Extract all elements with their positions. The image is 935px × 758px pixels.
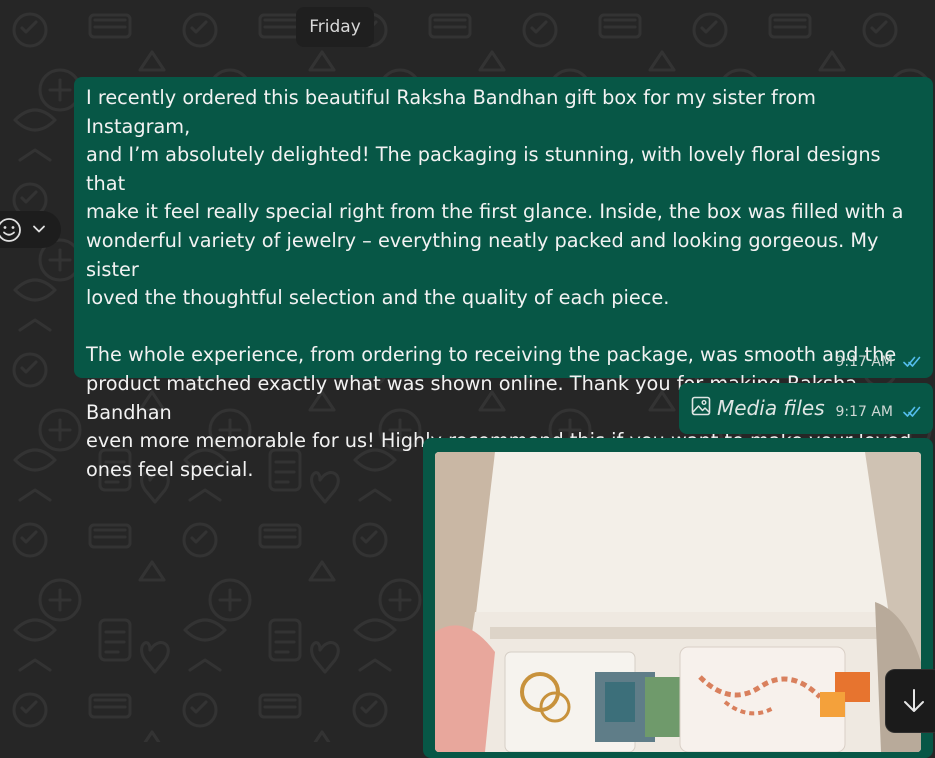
arrow-down-icon — [904, 689, 924, 712]
photo-illustration — [435, 452, 921, 752]
message-actions[interactable] — [0, 211, 61, 248]
double-check-icon — [903, 356, 921, 367]
media-files-bubble[interactable]: Media files 9:17 AM — [679, 383, 933, 434]
outgoing-message-bubble[interactable]: I recently ordered this beautiful Raksha… — [74, 77, 933, 481]
media-files-label: Media files — [717, 396, 825, 420]
message-meta: 9:17 AM — [835, 354, 921, 370]
chevron-down-icon[interactable] — [32, 222, 46, 236]
image-message-bubble[interactable] — [423, 438, 933, 758]
message-meta: 9:17 AM — [835, 404, 921, 420]
date-divider: Friday — [296, 7, 374, 47]
double-check-icon — [903, 406, 921, 417]
gift-box-photo[interactable] — [435, 452, 921, 752]
message-time: 9:17 AM — [835, 354, 893, 370]
smiley-icon[interactable] — [0, 217, 22, 243]
message-time: 9:17 AM — [835, 404, 893, 420]
image-icon — [691, 396, 711, 416]
scroll-to-bottom-button[interactable] — [885, 669, 935, 733]
